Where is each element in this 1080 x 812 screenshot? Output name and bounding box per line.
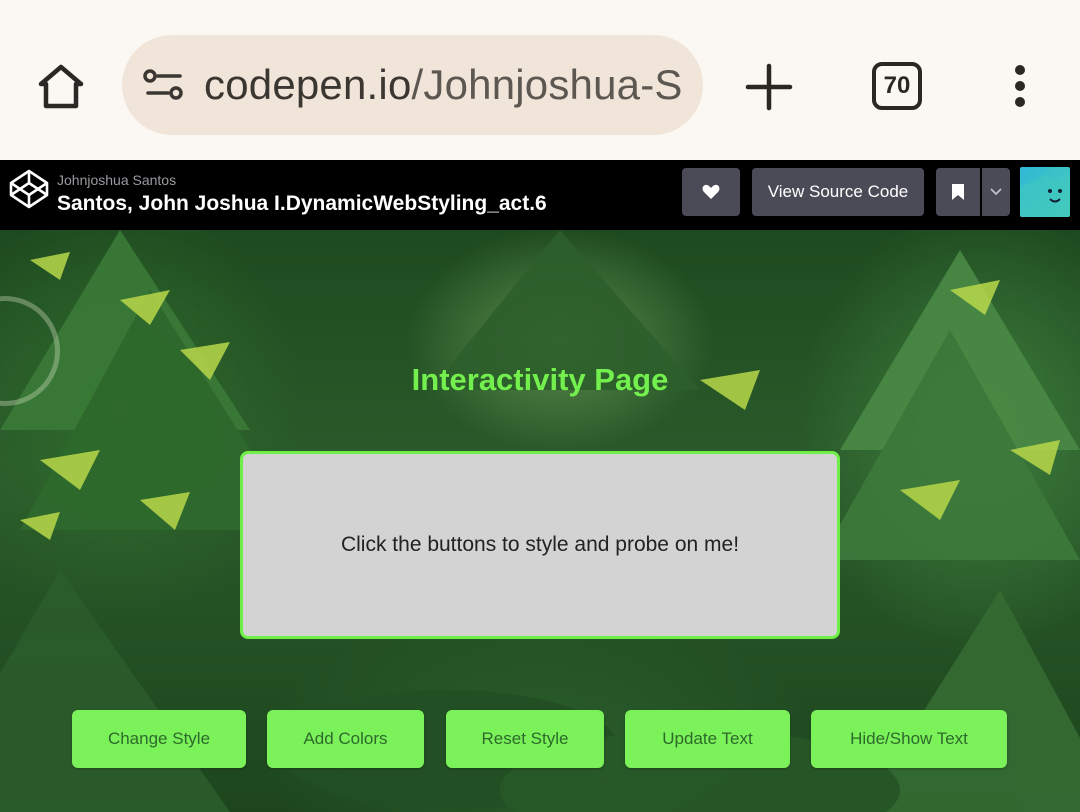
add-colors-button[interactable]: Add Colors (267, 710, 424, 768)
codepen-header: Johnjoshua Santos Santos, John Joshua I.… (0, 160, 1080, 230)
url-path: /Johnjoshua-S (411, 61, 683, 108)
update-text-button[interactable]: Update Text (625, 710, 790, 768)
probe-box: Click the buttons to style and probe on … (240, 451, 840, 639)
address-bar[interactable]: codepen.io/Johnjoshua-S (122, 35, 703, 135)
pen-author[interactable]: Johnjoshua Santos (57, 172, 176, 188)
codepen-logo-icon[interactable] (8, 168, 50, 210)
browser-toolbar: codepen.io/Johnjoshua-S 70 (0, 0, 1080, 160)
view-source-button[interactable]: View Source Code (752, 168, 924, 216)
home-button[interactable] (30, 58, 92, 114)
hide-show-text-button[interactable]: Hide/Show Text (811, 710, 1007, 768)
tune-icon[interactable] (142, 65, 186, 105)
tab-count: 70 (883, 72, 911, 99)
bookmark-button[interactable] (936, 168, 980, 216)
tab-switcher-button[interactable]: 70 (872, 62, 922, 110)
bookmark-dropdown-button[interactable] (982, 168, 1010, 216)
url-text[interactable]: codepen.io/Johnjoshua-S (204, 61, 683, 109)
url-host: codepen.io (204, 61, 412, 108)
preview-area: Interactivity Page Click the buttons to … (0, 230, 1080, 812)
bookmark-icon (952, 184, 964, 200)
heart-icon (702, 184, 720, 199)
page-title: Interactivity Page (411, 362, 669, 397)
chevron-down-icon (990, 188, 1002, 196)
pen-title: Santos, John Joshua I.DynamicWebStyling_… (57, 192, 547, 215)
reset-style-button[interactable]: Reset Style (446, 710, 604, 768)
like-button[interactable] (682, 168, 740, 216)
more-vert-icon[interactable] (1000, 62, 1040, 110)
home-icon (38, 64, 84, 109)
avatar-face-icon (1020, 175, 1070, 217)
avatar[interactable] (1020, 167, 1070, 217)
change-style-button[interactable]: Change Style (72, 710, 246, 768)
plus-icon[interactable] (742, 60, 796, 114)
probe-box-text: Click the buttons to style and probe on … (340, 533, 740, 556)
